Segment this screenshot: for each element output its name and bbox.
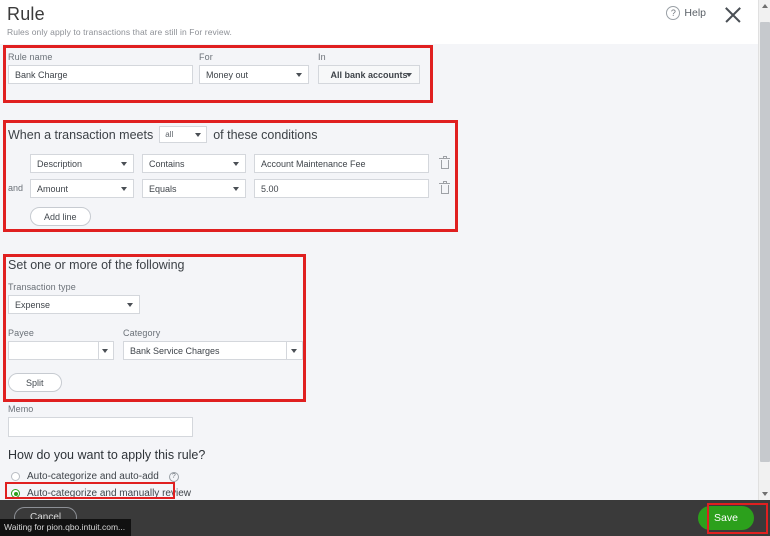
chevron-down-icon <box>102 349 108 353</box>
rule-for-value: Money out <box>206 70 248 80</box>
transaction-type-value: Expense <box>15 300 50 310</box>
trash-icon[interactable] <box>439 182 450 195</box>
browser-status-text: Waiting for pion.qbo.intuit.com... <box>0 519 131 536</box>
rule-in-value: All bank accounts <box>330 70 407 80</box>
category-input[interactable]: Bank Service Charges <box>123 341 286 360</box>
condition-field-value: Amount <box>37 184 68 194</box>
condition-value-input[interactable]: 5.00 <box>254 179 429 198</box>
rule-for-select[interactable]: Money out <box>199 65 309 84</box>
settings-heading: Set one or more of the following <box>8 258 303 272</box>
chevron-down-icon <box>233 162 239 166</box>
rule-for-group: For Money out <box>199 52 309 84</box>
question-circle-icon[interactable]: ? <box>169 472 179 482</box>
category-dropdown-button[interactable] <box>286 341 303 360</box>
condition-value-input[interactable]: Account Maintenance Fee <box>254 154 429 173</box>
apply-option-auto-add[interactable]: Auto-categorize and auto-add ? <box>8 470 205 483</box>
dialog-header: Rule Rules only apply to transactions th… <box>0 0 758 44</box>
help-button[interactable]: ? Help <box>666 6 706 20</box>
close-icon[interactable] <box>722 4 744 26</box>
vertical-scrollbar[interactable] <box>758 0 770 500</box>
rule-for-label: For <box>199 52 309 62</box>
payee-select[interactable] <box>8 341 114 360</box>
chevron-down-icon <box>233 187 239 191</box>
scrollbar-thumb[interactable] <box>760 22 770 462</box>
chevron-down-icon <box>127 303 133 307</box>
chevron-down-icon <box>121 187 127 191</box>
conditions-match-value: all <box>165 130 173 139</box>
rule-name-label: Rule name <box>8 52 193 62</box>
memo-group: Memo <box>8 404 193 437</box>
rule-name-input[interactable]: Bank Charge <box>8 65 193 84</box>
payee-category-row: Payee Category Bank Service Charges <box>8 328 303 360</box>
apply-heading: How do you want to apply this rule? <box>8 448 205 462</box>
apply-option-manual-review[interactable]: Auto-categorize and manually review <box>8 487 205 500</box>
rule-in-label: In <box>318 52 420 62</box>
page-subtitle: Rules only apply to transactions that ar… <box>7 27 232 37</box>
chevron-down-icon <box>296 73 302 77</box>
page-title: Rule <box>7 4 45 25</box>
condition-operator-select[interactable]: Contains <box>142 154 246 173</box>
apply-section: How do you want to apply this rule? Auto… <box>8 448 205 504</box>
condition-row: and Amount Equals 5.00 <box>30 179 450 198</box>
memo-label: Memo <box>8 404 193 414</box>
condition-field-value: Description <box>37 159 82 169</box>
rule-dialog: Rule Rules only apply to transactions th… <box>0 0 770 536</box>
memo-input[interactable] <box>8 417 193 437</box>
split-button[interactable]: Split <box>8 373 62 392</box>
payee-dropdown-button[interactable] <box>98 341 114 360</box>
conditions-lead-text: When a transaction meets <box>8 128 153 142</box>
payee-group: Payee <box>8 328 114 360</box>
payee-input[interactable] <box>8 341 98 360</box>
condition-row: Description Contains Account Maintenance… <box>30 154 450 173</box>
help-label: Help <box>684 7 706 19</box>
trash-icon[interactable] <box>439 157 450 170</box>
radio-icon[interactable] <box>11 472 20 481</box>
conditions-rows: Description Contains Account Maintenance… <box>30 154 450 226</box>
apply-option-label: Auto-categorize and auto-add <box>27 471 159 482</box>
transaction-type-label: Transaction type <box>8 282 303 292</box>
add-line-button[interactable]: Add line <box>30 207 91 226</box>
conditions-section: When a transaction meets all of these co… <box>8 126 317 143</box>
payee-label: Payee <box>8 328 114 338</box>
scroll-down-icon[interactable] <box>759 488 770 500</box>
condition-operator-select[interactable]: Equals <box>142 179 246 198</box>
radio-icon[interactable] <box>11 489 20 498</box>
apply-option-label: Auto-categorize and manually review <box>27 488 191 499</box>
scroll-up-icon[interactable] <box>759 0 770 12</box>
chevron-down-icon <box>406 73 412 77</box>
conditions-trail-text: of these conditions <box>213 128 317 142</box>
chevron-down-icon <box>291 349 297 353</box>
category-select[interactable]: Bank Service Charges <box>123 341 303 360</box>
condition-field-select[interactable]: Description <box>30 154 134 173</box>
rule-in-group: In All bank accounts <box>318 52 420 84</box>
condition-field-select[interactable]: Amount <box>30 179 134 198</box>
conditions-heading: When a transaction meets all of these co… <box>8 126 317 143</box>
question-circle-icon: ? <box>666 6 680 20</box>
condition-operator-value: Equals <box>149 184 177 194</box>
conditions-match-select[interactable]: all <box>159 126 207 143</box>
condition-operator-value: Contains <box>149 159 185 169</box>
save-button[interactable]: Save <box>698 506 754 530</box>
chevron-down-icon <box>121 162 127 166</box>
condition-and-label: and <box>8 183 23 193</box>
settings-section: Set one or more of the following Transac… <box>8 258 303 392</box>
transaction-type-select[interactable]: Expense <box>8 295 140 314</box>
rule-name-group: Rule name Bank Charge <box>8 52 193 84</box>
category-label: Category <box>123 328 303 338</box>
rule-in-select[interactable]: All bank accounts <box>318 65 420 84</box>
category-group: Category Bank Service Charges <box>123 328 303 360</box>
chevron-down-icon <box>195 133 201 137</box>
